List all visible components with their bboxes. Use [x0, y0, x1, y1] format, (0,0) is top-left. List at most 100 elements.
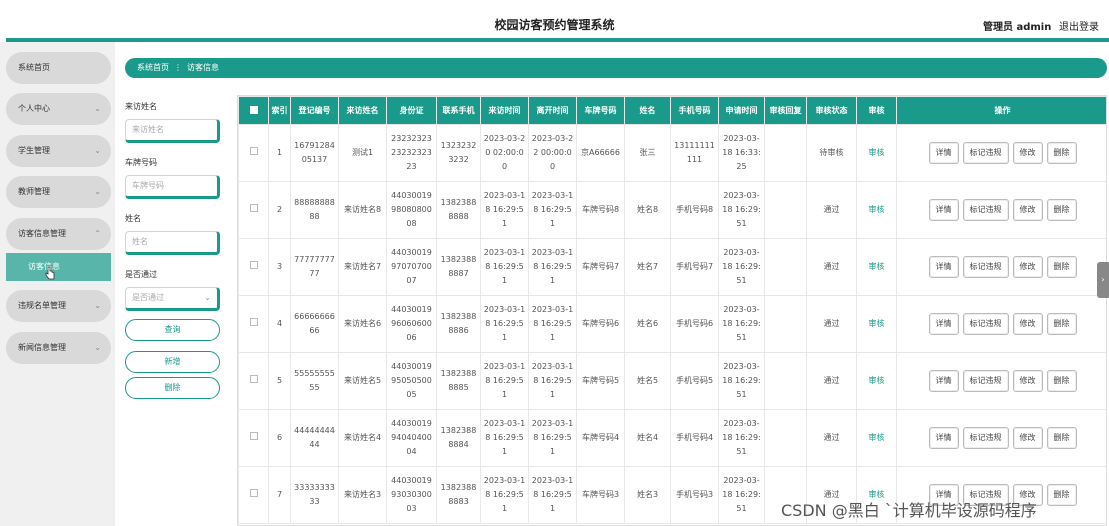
audit-link[interactable]: 审核 [856, 295, 897, 353]
cell-index: 2 [268, 181, 291, 239]
row-checkbox[interactable] [238, 238, 269, 296]
cell-phone: 13823888887 [436, 238, 481, 296]
row-checkbox[interactable] [238, 409, 269, 467]
passed-select[interactable]: 是否通过 ⌄ [125, 287, 220, 311]
sidebar-item-teachers[interactable]: 教师管理 ⌄ [6, 176, 111, 208]
chevron-down-icon: ⌄ [94, 343, 101, 352]
name-input[interactable]: 姓名 [125, 231, 220, 255]
detail-button[interactable]: 详情 [928, 427, 959, 449]
edit-button[interactable]: 修改 [1012, 427, 1043, 449]
cell-id-card: 440300199606060006 [386, 295, 437, 353]
edit-button[interactable]: 修改 [1012, 313, 1043, 335]
detail-button[interactable]: 详情 [928, 313, 959, 335]
audit-link[interactable]: 审核 [856, 238, 897, 296]
cell-visitor: 来访姓名8 [338, 181, 387, 239]
cell-reg-no: 6666666666 [290, 295, 339, 353]
chevron-down-icon: ⌄ [94, 187, 101, 196]
row-actions: 详情 标记违规 修改 删除 [896, 409, 1106, 467]
row-checkbox[interactable] [238, 466, 269, 524]
cell-leave-time: 2023-03-18 16:29:51 [528, 352, 577, 410]
audit-link[interactable]: 审核 [856, 352, 897, 410]
row-delete-button[interactable]: 删除 [1046, 370, 1077, 392]
breadcrumb-current: 访客信息 [187, 63, 219, 72]
row-checkbox[interactable] [238, 352, 269, 410]
edit-button[interactable]: 修改 [1012, 256, 1043, 278]
delete-button[interactable]: 删除 [125, 377, 220, 399]
cell-visitor: 来访姓名6 [338, 295, 387, 353]
row-actions: 详情 标记违规 修改 删除 [896, 238, 1106, 296]
sidebar-item-violation-list[interactable]: 违规名单管理 ⌄ [6, 290, 111, 322]
sidebar-subitem-visitor-info[interactable]: 访客信息 [6, 253, 111, 281]
cell-id-card: 232323232323232323 [386, 124, 437, 182]
row-delete-button[interactable]: 删除 [1046, 484, 1077, 506]
detail-button[interactable]: 详情 [928, 199, 959, 221]
row-actions: 详情 标记违规 修改 删除 [896, 124, 1106, 182]
select-all-checkbox[interactable] [238, 96, 269, 125]
detail-button[interactable]: 详情 [928, 256, 959, 278]
cell-apply-time: 2023-03-18 16:29:51 [718, 295, 765, 353]
cell-mobile: 手机号码5 [670, 352, 719, 410]
mark-violation-button[interactable]: 标记违规 [962, 199, 1009, 221]
sidebar-item-personal-center[interactable]: 个人中心 ⌄ [6, 93, 111, 125]
column-header: 手机号码 [670, 96, 719, 125]
cell-visit-time: 2023-03-18 16:29:51 [480, 181, 529, 239]
add-button[interactable]: 新增 [125, 351, 220, 373]
detail-button[interactable]: 详情 [928, 370, 959, 392]
cell-reply [764, 409, 807, 467]
cell-index: 6 [268, 409, 291, 467]
cell-leave-time: 2023-03-18 16:29:51 [528, 238, 577, 296]
column-header: 审核状态 [806, 96, 857, 125]
breadcrumb: 系统首页 ⋮ 访客信息 [125, 58, 1107, 78]
cell-status: 通过 [806, 181, 857, 239]
row-actions: 详情 标记违规 修改 删除 [896, 181, 1106, 239]
audit-link[interactable]: 审核 [856, 181, 897, 239]
cell-status: 待审核 [806, 124, 857, 182]
visitor-name-input[interactable]: 来访姓名 [125, 119, 220, 143]
cell-index: 1 [268, 124, 291, 182]
sidebar-item-visitor-management[interactable]: 访客信息管理 ⌃ [6, 218, 111, 250]
row-checkbox[interactable] [238, 295, 269, 353]
cell-index: 4 [268, 295, 291, 353]
sidebar-item-home[interactable]: 系统首页 [6, 52, 111, 84]
logout-link[interactable]: 退出登录 [1059, 18, 1099, 33]
row-delete-button[interactable]: 删除 [1046, 313, 1077, 335]
sidebar-item-label: 新闻信息管理 [18, 343, 66, 352]
column-header: 身份证 [386, 96, 437, 125]
edit-button[interactable]: 修改 [1012, 199, 1043, 221]
detail-button[interactable]: 详情 [928, 142, 959, 164]
row-delete-button[interactable]: 删除 [1046, 427, 1077, 449]
mark-violation-button[interactable]: 标记违规 [962, 142, 1009, 164]
row-delete-button[interactable]: 删除 [1046, 256, 1077, 278]
breadcrumb-home[interactable]: 系统首页 [137, 63, 169, 72]
row-actions: 详情 标记违规 修改 删除 [896, 295, 1106, 353]
cell-reply [764, 238, 807, 296]
row-checkbox[interactable] [238, 181, 269, 239]
admin-label: 管理员 admin [983, 22, 1052, 33]
cell-plate: 车牌号码6 [576, 295, 625, 353]
row-checkbox[interactable] [238, 124, 269, 182]
passed-label: 是否通过 [125, 270, 157, 279]
sidebar-item-students[interactable]: 学生管理 ⌄ [6, 135, 111, 167]
edit-button[interactable]: 修改 [1012, 142, 1043, 164]
cell-apply-time: 2023-03-18 16:29:51 [718, 466, 765, 524]
column-header: 来访姓名 [338, 96, 387, 125]
audit-link[interactable]: 审核 [856, 124, 897, 182]
column-header: 登记编号 [290, 96, 339, 125]
audit-link[interactable]: 审核 [856, 409, 897, 467]
cell-plate: 车牌号码8 [576, 181, 625, 239]
cell-status: 通过 [806, 295, 857, 353]
row-delete-button[interactable]: 删除 [1046, 199, 1077, 221]
cell-apply-time: 2023-03-18 16:33:25 [718, 124, 765, 182]
mark-violation-button[interactable]: 标记违规 [962, 313, 1009, 335]
edit-button[interactable]: 修改 [1012, 370, 1043, 392]
query-button[interactable]: 查询 [125, 319, 220, 341]
mark-violation-button[interactable]: 标记违规 [962, 370, 1009, 392]
side-scroll-handle[interactable]: › [1097, 262, 1109, 298]
sidebar-item-news-management[interactable]: 新闻信息管理 ⌄ [6, 332, 111, 364]
row-delete-button[interactable]: 删除 [1046, 142, 1077, 164]
column-header: 车牌号码 [576, 96, 625, 125]
plate-input[interactable]: 车牌号码 [125, 175, 220, 199]
mark-violation-button[interactable]: 标记违规 [962, 256, 1009, 278]
mark-violation-button[interactable]: 标记违规 [962, 427, 1009, 449]
cell-phone: 13823888883 [436, 466, 481, 524]
